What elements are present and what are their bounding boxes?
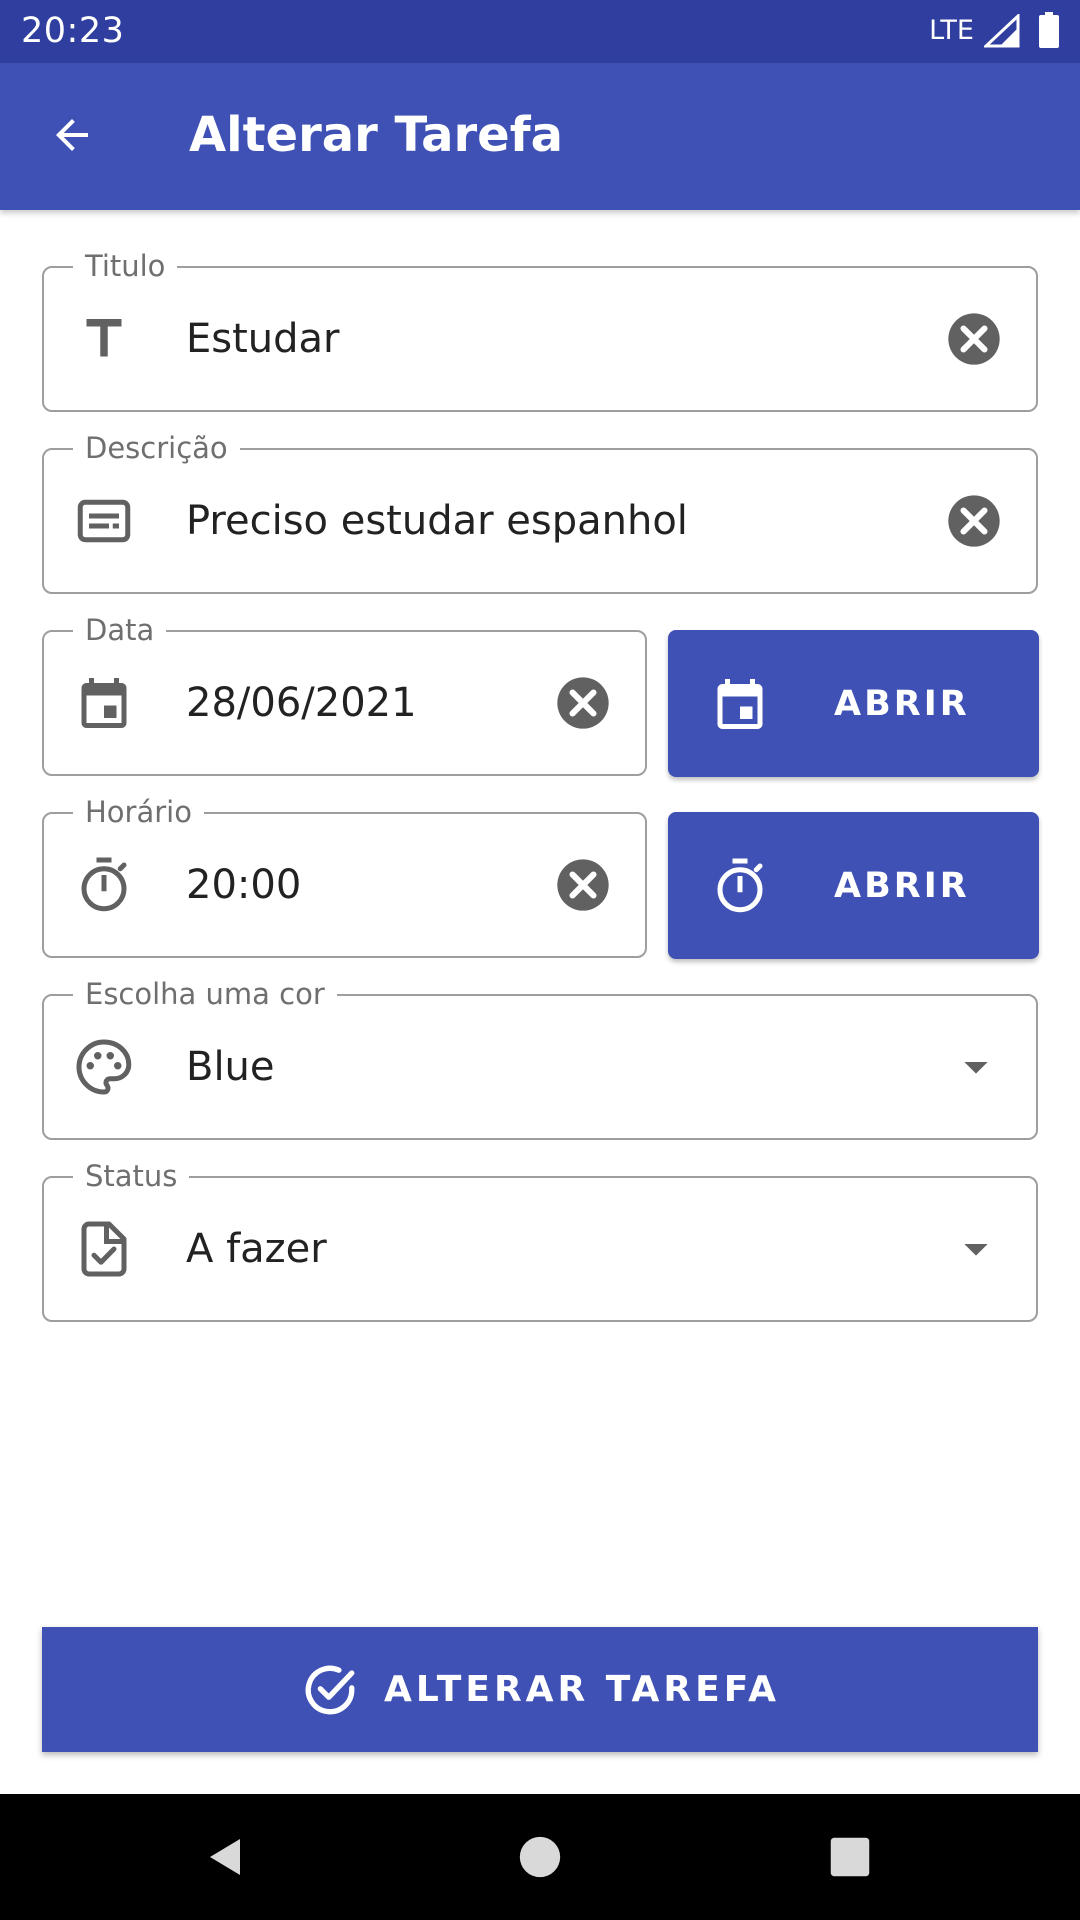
status-bar: 20:23 LTE — [0, 0, 1080, 63]
square-recents-icon — [830, 1837, 870, 1877]
chevron-down-icon[interactable] — [956, 1229, 996, 1269]
clear-icon — [557, 859, 609, 911]
calendar-icon — [74, 673, 134, 733]
cor-label: Escolha uma cor — [73, 974, 337, 1014]
nav-recents-button[interactable] — [820, 1827, 880, 1887]
palette-icon — [74, 1037, 134, 1097]
navigation-bar — [0, 1794, 1080, 1920]
back-button[interactable] — [36, 99, 108, 171]
clear-data-button[interactable] — [555, 675, 611, 731]
circle-home-icon — [519, 1836, 561, 1878]
alterar-tarefa-label: ALTERAR TAREFA — [383, 1668, 781, 1710]
clear-icon — [948, 495, 1000, 547]
status-select[interactable]: Status A fazer — [42, 1156, 1038, 1322]
timer-icon — [74, 855, 134, 915]
timer-icon — [710, 856, 770, 916]
status-time: 20:23 — [21, 11, 125, 51]
clear-horario-button[interactable] — [555, 857, 611, 913]
horario-field[interactable]: Horário 20:00 — [42, 792, 647, 958]
data-input[interactable]: 28/06/2021 — [186, 677, 417, 729]
nav-back-button[interactable] — [196, 1827, 256, 1887]
cor-value: Blue — [186, 1044, 275, 1090]
text-icon — [74, 309, 134, 369]
alterar-tarefa-button[interactable]: ALTERAR TAREFA — [42, 1627, 1038, 1752]
cor-select[interactable]: Escolha uma cor Blue — [42, 974, 1038, 1140]
triangle-back-icon — [210, 1839, 240, 1875]
clear-icon — [557, 677, 609, 729]
status-value: A fazer — [186, 1226, 327, 1272]
horario-label: Horário — [73, 792, 204, 832]
horario-input[interactable]: 20:00 — [186, 859, 301, 911]
abrir-horario-label: ABRIR — [834, 865, 970, 906]
descricao-label: Descrição — [73, 428, 240, 468]
data-field[interactable]: Data 28/06/2021 — [42, 610, 647, 776]
signal-icon — [984, 14, 1020, 48]
clear-icon — [948, 313, 1000, 365]
app-bar: Alterar Tarefa — [0, 63, 1080, 210]
nav-home-button[interactable] — [510, 1827, 570, 1887]
titulo-label: Titulo — [73, 246, 178, 286]
descricao-input[interactable]: Preciso estudar espanhol — [186, 495, 688, 547]
network-type: LTE — [929, 15, 974, 46]
data-label: Data — [73, 610, 167, 650]
titulo-field[interactable]: Titulo Estudar — [42, 246, 1038, 412]
subject-icon — [74, 491, 134, 551]
abrir-horario-button[interactable]: ABRIR — [668, 812, 1039, 959]
check-circle-icon — [300, 1660, 360, 1720]
task-file-icon — [74, 1219, 134, 1279]
clear-descricao-button[interactable] — [946, 493, 1002, 549]
abrir-data-label: ABRIR — [834, 683, 970, 724]
descricao-field[interactable]: Descrição Preciso estudar espanhol — [42, 428, 1038, 594]
calendar-icon — [710, 674, 770, 734]
status-label: Status — [73, 1156, 190, 1196]
clear-titulo-button[interactable] — [946, 311, 1002, 367]
arrow-back-icon — [56, 119, 88, 151]
page-title: Alterar Tarefa — [189, 107, 563, 163]
battery-icon — [1039, 12, 1059, 48]
abrir-data-button[interactable]: ABRIR — [668, 630, 1039, 777]
chevron-down-icon[interactable] — [956, 1047, 996, 1087]
titulo-input[interactable]: Estudar — [186, 313, 340, 365]
